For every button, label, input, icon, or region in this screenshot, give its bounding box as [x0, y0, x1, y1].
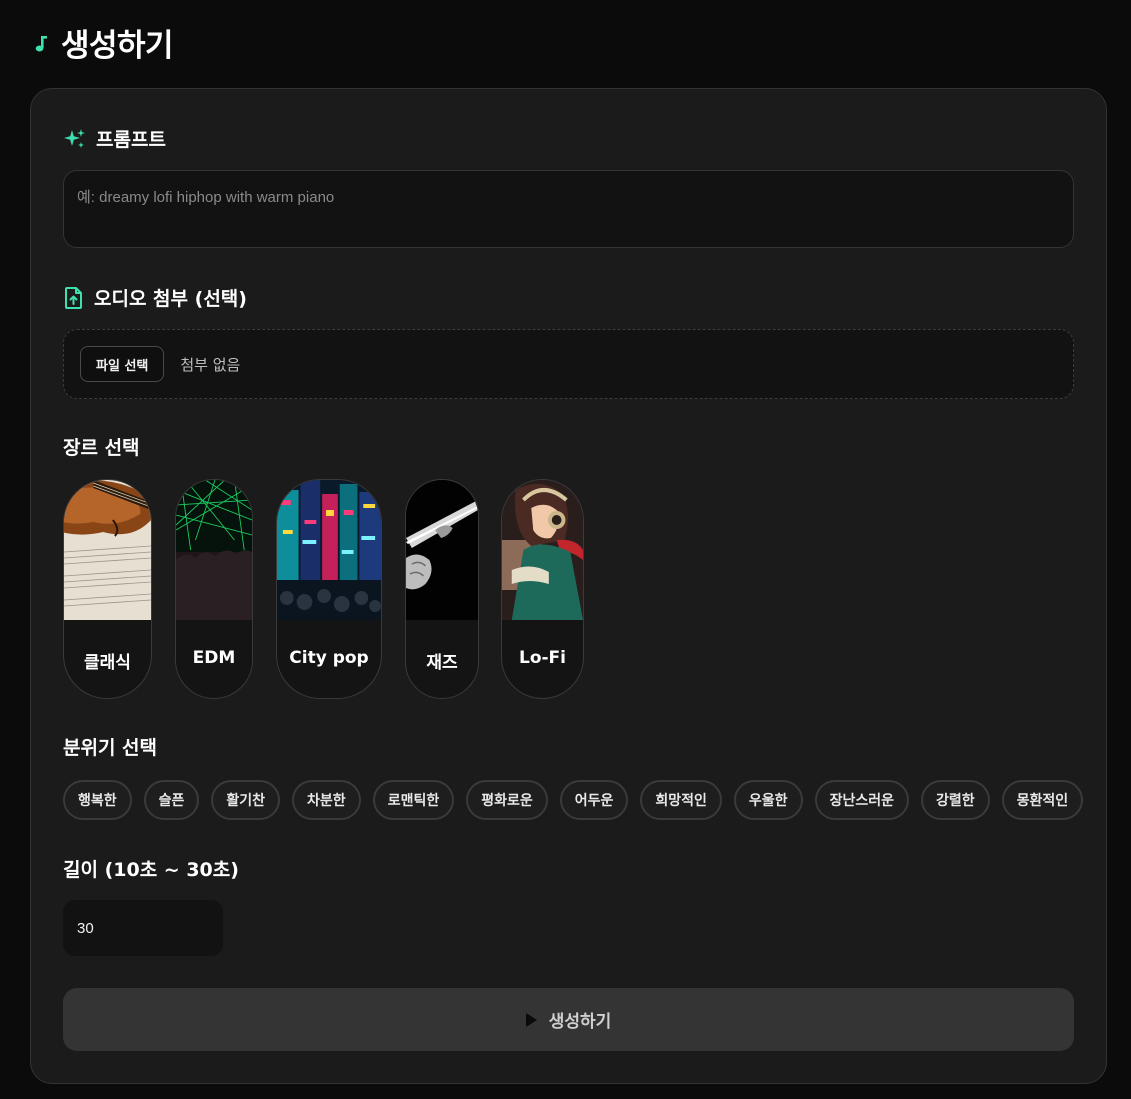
mood-chip-list: 행복한 슬픈 활기찬 차분한 로맨틱한 평화로운 어두운 희망적인 우울한 장난…	[63, 780, 1084, 820]
genre-card-edm[interactable]: EDM	[175, 479, 253, 699]
mood-chip[interactable]: 활기찬	[211, 780, 281, 820]
generate-button[interactable]: 생성하기	[63, 988, 1074, 1051]
mood-chip[interactable]: 우울한	[733, 780, 803, 820]
neon-city-image	[277, 480, 381, 620]
mood-chip[interactable]: 행복한	[63, 780, 132, 820]
mood-chip[interactable]: 몽환적인	[1001, 780, 1084, 820]
genre-label-citypop: City pop	[289, 648, 369, 668]
genre-card-classical[interactable]: 클래식	[63, 479, 152, 699]
mood-label: 분위기 선택	[63, 737, 158, 759]
mood-chip[interactable]: 희망적인	[640, 780, 722, 820]
genre-label-lofi: Lo-Fi	[518, 648, 566, 668]
genre-card-citypop[interactable]: City pop	[276, 479, 382, 699]
genre-card-jazz[interactable]: 재즈	[405, 479, 479, 699]
genre-label-edm: EDM	[192, 648, 236, 668]
mood-chip[interactable]: 슬픈	[143, 780, 200, 820]
length-label: 길이 (10초 ~ 30초)	[63, 859, 239, 881]
file-upload-icon	[63, 286, 85, 310]
attachment-section-label: 오디오 첨부 (선택)	[63, 284, 247, 311]
length-section-label: 길이 (10초 ~ 30초)	[63, 855, 239, 882]
play-icon	[525, 1012, 537, 1027]
genre-label-classical: 클래식	[84, 653, 131, 673]
trumpet-image	[406, 480, 478, 620]
mood-chip[interactable]: 장난스러운	[814, 780, 909, 820]
mood-chip[interactable]: 로맨틱한	[372, 780, 455, 820]
choose-file-button[interactable]: 파일 선택	[80, 346, 165, 382]
music-note-icon	[33, 32, 49, 54]
laser-concert-image	[176, 480, 252, 620]
mood-chip[interactable]: 어두운	[559, 780, 629, 820]
prompt-input[interactable]: 예: dreamy lofi hiphop with warm piano	[63, 170, 1074, 248]
length-value: 30	[77, 919, 94, 937]
page-header: 생성하기	[33, 20, 174, 65]
genre-section-label: 장르 선택	[63, 433, 140, 460]
length-input[interactable]: 30	[63, 900, 223, 956]
prompt-section-label: 프롬프트	[63, 125, 166, 152]
violin-image	[64, 480, 151, 620]
sparkle-icon	[63, 127, 87, 151]
genre-label: 장르 선택	[63, 437, 140, 459]
generate-panel: 프롬프트 예: dreamy lofi hiphop with warm pia…	[30, 88, 1107, 1084]
mood-chip[interactable]: 강렬한	[920, 780, 990, 820]
lofi-girl-image	[502, 480, 583, 620]
genre-card-lofi[interactable]: Lo-Fi	[501, 479, 584, 699]
mood-chip[interactable]: 평화로운	[466, 780, 548, 820]
prompt-label: 프롬프트	[96, 129, 166, 151]
page-title: 생성하기	[61, 28, 174, 64]
genre-label-jazz: 재즈	[426, 653, 458, 673]
file-drop-zone[interactable]: 파일 선택 첨부 없음	[63, 329, 1074, 399]
generate-button-label: 생성하기	[548, 1012, 612, 1032]
prompt-placeholder: 예: dreamy lofi hiphop with warm piano	[77, 189, 335, 206]
attachment-label: 오디오 첨부 (선택)	[94, 288, 247, 310]
file-status-text: 첨부 없음	[180, 355, 241, 374]
mood-section-label: 분위기 선택	[63, 733, 157, 760]
mood-chip[interactable]: 차분한	[292, 780, 361, 820]
